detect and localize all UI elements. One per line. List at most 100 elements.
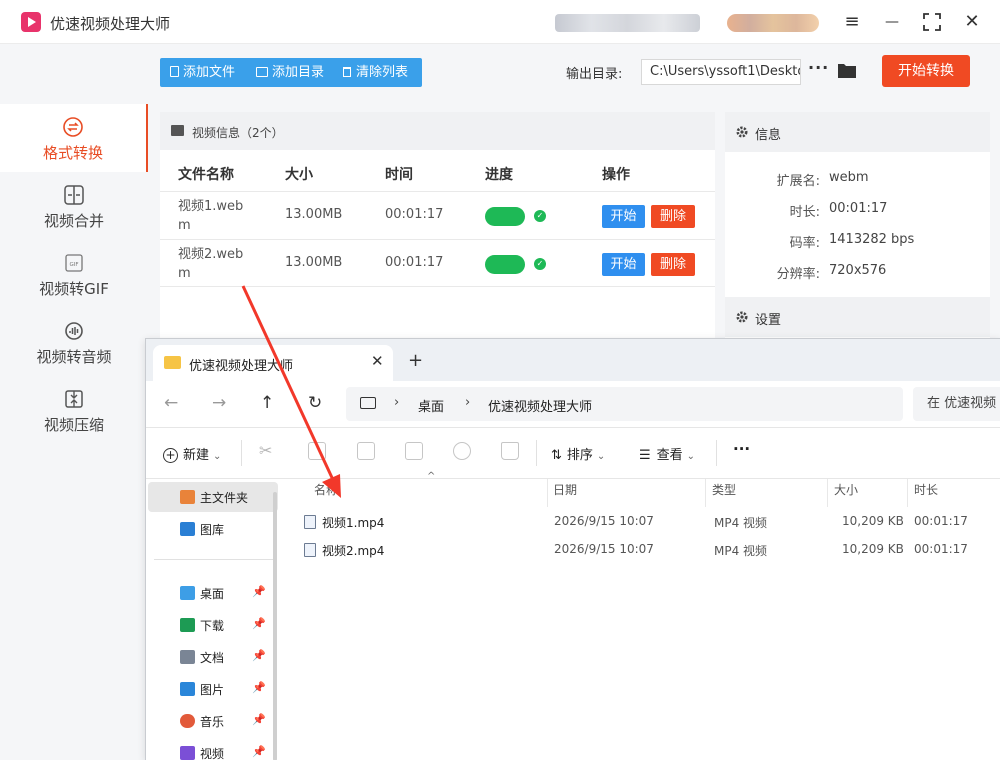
merge-icon [63, 184, 85, 206]
start-convert-button[interactable]: 开始转换 [882, 55, 970, 87]
sidebar-item-video-compress[interactable]: 视频压缩 [0, 376, 148, 444]
new-button[interactable]: + 新建 ⌄ [163, 444, 221, 463]
format-convert-icon [62, 116, 84, 138]
list-panel-header: 视频信息（2个） [160, 112, 715, 150]
file-time-cell: 00:01:17 [385, 207, 444, 222]
nav-item-home[interactable]: 主文件夹 [148, 482, 278, 512]
explorer-tab[interactable]: 优速视频处理大师 ✕ [153, 345, 393, 381]
up-arrow-icon[interactable]: ↑ [260, 393, 274, 413]
back-arrow-icon[interactable]: ← [164, 393, 178, 413]
nav-item-documents[interactable]: 文档 📌 [148, 642, 278, 672]
home-icon [180, 490, 195, 504]
info-row-bitrate: 码率: 1413282 bps [789, 232, 915, 251]
app-title: 优速视频处理大师 [50, 15, 171, 33]
cut-icon[interactable]: ✂ [259, 441, 272, 460]
check-icon: ✓ [534, 258, 546, 270]
pin-icon[interactable]: 📌 [252, 745, 266, 758]
refresh-icon[interactable]: ↻ [308, 393, 322, 413]
more-options-button[interactable]: ··· [733, 440, 750, 458]
pin-icon[interactable]: 📌 [252, 649, 266, 662]
explorer-command-bar: + 新建 ⌄ ✂ ⇅ 排序 ⌄ ☰ 查看 ⌄ ··· [146, 427, 1000, 479]
title-bar: 优速视频处理大师 ≡ — ✕ [0, 0, 1000, 44]
start-button[interactable]: 开始 [602, 205, 645, 228]
maximize-button[interactable] [920, 10, 944, 34]
copy-icon[interactable] [308, 442, 326, 460]
rename-icon[interactable] [405, 442, 423, 460]
plus-circle-icon: + [163, 448, 178, 463]
close-button[interactable]: ✕ [960, 10, 984, 34]
col-header-progress: 进度 [485, 167, 513, 183]
pin-icon[interactable]: 📌 [252, 585, 266, 598]
sidebar-item-label: 视频转音频 [36, 348, 112, 366]
open-folder-icon[interactable] [837, 62, 857, 79]
nav-item-gallery[interactable]: 图库 [148, 514, 278, 544]
share-icon[interactable] [453, 442, 471, 460]
blurred-user-avatar[interactable] [727, 14, 819, 32]
col-header-size[interactable]: 大小 [834, 481, 858, 505]
clear-list-button[interactable]: 清除列表 [343, 58, 408, 87]
close-tab-icon[interactable]: ✕ [371, 352, 384, 370]
sidebar-item-format-convert[interactable]: 格式转换 [0, 104, 148, 172]
file-type: MP4 视频 [714, 516, 768, 530]
video-file-icon [304, 515, 316, 529]
col-header-name[interactable]: 名称 [314, 481, 338, 505]
paste-icon[interactable] [357, 442, 375, 460]
start-button[interactable]: 开始 [602, 253, 645, 276]
nav-item-videos[interactable]: 视频 📌 [148, 738, 278, 760]
sidebar-item-video-to-gif[interactable]: GIF 视频转GIF [0, 240, 148, 308]
add-folder-button[interactable]: 添加目录 [256, 58, 324, 87]
command-separator [716, 440, 717, 466]
file-row[interactable]: 视频1.mp4 2026/9/15 10:07 MP4 视频 10,209 KB… [281, 507, 1000, 535]
file-type: MP4 视频 [714, 544, 768, 558]
delete-button[interactable]: 删除 [651, 253, 695, 276]
nav-item-music[interactable]: 音乐 📌 [148, 706, 278, 736]
col-header-type[interactable]: 类型 [712, 481, 736, 505]
search-input[interactable]: 在 优速视频 [913, 387, 1000, 421]
pin-icon[interactable]: 📌 [252, 681, 266, 694]
sidebar-item-label: 视频转GIF [39, 280, 109, 298]
file-name: 视频2.mp4 [322, 544, 385, 558]
file-name-cell: 视频1.web m [178, 199, 244, 233]
sidebar-item-video-to-audio[interactable]: 视频转音频 [0, 308, 148, 376]
explorer-nav-pane: 主文件夹 图库 桌面 📌 下载 📌 文档 📌 图片 📌 音乐 📌 视频 📌 [146, 479, 281, 760]
table-row[interactable]: 视频1.web m 13.00MB 00:01:17 ✓ 开始 删除 [160, 191, 715, 239]
col-header-duration[interactable]: 时长 [914, 481, 938, 505]
add-file-button[interactable]: 添加文件 [170, 58, 235, 87]
menu-icon[interactable]: ≡ [840, 10, 864, 34]
table-row[interactable]: 视频2.web m 13.00MB 00:01:17 ✓ 开始 删除 [160, 239, 715, 287]
pictures-icon [180, 682, 195, 696]
nav-pane-scrollbar[interactable] [273, 492, 277, 760]
gear-icon [735, 310, 749, 328]
file-time-cell: 00:01:17 [385, 255, 444, 270]
pin-icon[interactable]: 📌 [252, 617, 266, 630]
output-path-field[interactable]: C:\Users\yssoft1\Deskto [641, 59, 801, 85]
nav-item-downloads[interactable]: 下载 📌 [148, 610, 278, 640]
more-options-button[interactable]: ··· [808, 58, 829, 77]
address-bar[interactable]: › 桌面 › 优速视频处理大师 [346, 387, 903, 421]
nav-item-desktop[interactable]: 桌面 📌 [148, 578, 278, 608]
view-list-icon: ☰ [639, 448, 651, 463]
documents-icon [180, 650, 195, 664]
sort-button[interactable]: ⇅ 排序 ⌄ [551, 444, 605, 463]
progress-bar [485, 207, 525, 226]
delete-button[interactable]: 删除 [651, 205, 695, 228]
computer-icon [360, 397, 376, 409]
command-separator [536, 440, 537, 466]
chevron-right-icon: › [465, 395, 471, 410]
col-header-date[interactable]: 日期 [553, 481, 577, 505]
download-icon [180, 618, 195, 632]
file-row[interactable]: 视频2.mp4 2026/9/15 10:07 MP4 视频 10,209 KB… [281, 535, 1000, 563]
sidebar-item-label: 格式转换 [42, 144, 103, 162]
breadcrumb-app-folder[interactable]: 优速视频处理大师 [488, 396, 592, 415]
sidebar-item-video-merge[interactable]: 视频合并 [0, 172, 148, 240]
progress-bar [485, 255, 525, 274]
breadcrumb-desktop[interactable]: 桌面 [418, 396, 444, 415]
forward-arrow-icon[interactable]: → [212, 393, 226, 413]
pin-icon[interactable]: 📌 [252, 713, 266, 726]
view-button[interactable]: ☰ 查看 ⌄ [639, 444, 695, 463]
nav-item-pictures[interactable]: 图片 📌 [148, 674, 278, 704]
delete-icon[interactable] [501, 442, 519, 460]
minimize-button[interactable]: — [880, 10, 904, 34]
new-tab-button[interactable]: + [408, 350, 423, 371]
app-logo-icon [21, 12, 41, 32]
